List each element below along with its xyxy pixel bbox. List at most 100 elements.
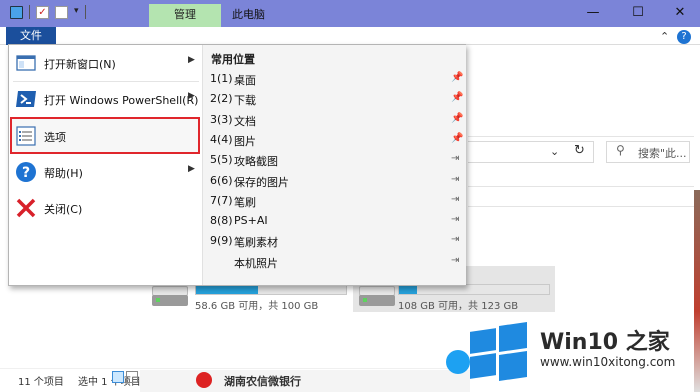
menu-item-options[interactable]: 选项 [9, 118, 202, 154]
taskbar-app-label[interactable]: 湖南农信微银行 [224, 373, 301, 389]
divider [468, 186, 694, 187]
close-window-button[interactable]: ✕ [660, 3, 700, 23]
ribbon-tab-strip [0, 27, 700, 45]
recent-place-number: 9(9) [210, 234, 233, 248]
menu-item-powershell[interactable]: 打开 Windows PowerShell(R) ▶ [9, 81, 202, 117]
recent-place-number: 7(7) [210, 193, 233, 207]
recent-place-name: PS+AI [234, 214, 268, 228]
chevron-down-icon[interactable]: ⌄ [550, 145, 559, 158]
recent-place-number: 2(2) [210, 92, 233, 106]
help-icon[interactable]: ? [677, 30, 691, 44]
properties-icon[interactable]: ✓ [36, 5, 49, 19]
watermark-url: www.win10xitong.com [540, 355, 676, 369]
menu-item-help[interactable]: ? 帮助(H) ▶ [9, 154, 202, 190]
recent-place-name: 桌面 [234, 74, 256, 87]
background-window-edge [694, 190, 700, 392]
recent-place-name: 本机照片 [234, 256, 278, 270]
new-window-icon [14, 51, 38, 75]
chevron-right-icon: ▶ [188, 55, 195, 65]
file-menu: 打开新窗口(N) ▶ 打开 Windows PowerShell(R) ▶ 选项… [8, 44, 466, 286]
file-menu-commands: 打开新窗口(N) ▶ 打开 Windows PowerShell(R) ▶ 选项… [9, 45, 202, 285]
watermark-title: Win10 之家 [540, 330, 670, 355]
toolbar-divider [29, 5, 30, 19]
recent-place-number: 3(3) [210, 112, 233, 126]
computer-icon[interactable] [10, 5, 23, 19]
tab-manage[interactable]: 管理 [149, 4, 221, 27]
recent-place-item[interactable]: 5(5) 攻略截图 ⇥ [203, 150, 467, 170]
search-icon: ⚲ [616, 143, 625, 157]
pin-icon[interactable]: ⇥ [451, 153, 459, 164]
recent-place-item[interactable]: 3(3) 文档 📌 [203, 110, 467, 130]
svg-text:?: ? [22, 165, 30, 181]
recent-place-item[interactable]: 6(6) 保存的图片 ⇥ [203, 171, 467, 191]
window-title: 此电脑 [232, 8, 265, 21]
details-view-icon[interactable] [112, 371, 124, 383]
menu-item-label: 打开新窗口(N) [44, 58, 116, 71]
divider [468, 136, 694, 137]
menu-item-new-window[interactable]: 打开新窗口(N) ▶ [9, 45, 202, 81]
menu-item-label: 关闭(C) [44, 203, 83, 216]
recent-place-name: 保存的图片 [234, 175, 289, 189]
recent-place-name: 图片 [234, 134, 256, 148]
recent-place-name: 攻略截图 [234, 155, 278, 169]
pin-icon[interactable]: ⇥ [451, 214, 459, 225]
pin-icon[interactable]: ⇥ [451, 255, 459, 266]
minimize-button[interactable]: — [573, 3, 613, 23]
chevron-right-icon: ▶ [188, 164, 195, 174]
help-icon: ? [14, 160, 38, 184]
powershell-icon [14, 87, 38, 111]
divider [468, 206, 694, 207]
recent-place-name: 下载 [234, 94, 256, 108]
pinned-icon[interactable]: 📌 [451, 72, 463, 83]
menu-item-label: 打开 Windows PowerShell(R) [44, 94, 199, 107]
recent-place-number: 6(6) [210, 173, 233, 187]
large-icons-view-icon[interactable] [126, 371, 138, 383]
drive-space-text: 58.6 GB 可用，共 100 GB [195, 301, 319, 312]
pin-icon[interactable]: ⇥ [451, 194, 459, 205]
recent-place-item[interactable]: 9(9) 笔刷素材 ⇥ [203, 231, 467, 251]
new-folder-icon[interactable] [55, 5, 68, 19]
recent-place-number: 8(8) [210, 214, 233, 228]
pinned-icon[interactable]: 📌 [451, 133, 463, 144]
maximize-button[interactable]: ☐ [618, 3, 658, 23]
collapse-ribbon-icon[interactable]: ⌃ [660, 30, 669, 43]
menu-item-label: 选项 [44, 131, 66, 144]
pinned-icon[interactable]: 📌 [451, 92, 463, 103]
menu-item-label: 帮助(H) [44, 167, 83, 180]
recent-place-item[interactable]: 4(4) 图片 📌 [203, 130, 467, 150]
drive-icon [152, 286, 188, 306]
refresh-icon[interactable]: ↻ [574, 143, 585, 158]
recent-place-name: 笔刷 [234, 195, 256, 209]
menu-item-close[interactable]: 关闭(C) [9, 190, 202, 226]
search-placeholder: 搜索"此... [638, 147, 687, 160]
recent-place-item[interactable]: 2(2) 下载 📌 [203, 89, 467, 109]
recent-place-number: 1(1) [210, 72, 233, 85]
recent-place-number: 4(4) [210, 132, 233, 146]
pinned-icon[interactable]: 📌 [451, 113, 463, 124]
pin-icon[interactable]: ⇥ [451, 234, 459, 245]
quick-access-toolbar: ✓ ▾ [10, 5, 86, 19]
chevron-right-icon: ▶ [188, 91, 195, 101]
recent-place-name: 文档 [234, 114, 256, 128]
recent-place-item[interactable]: 8(8) PS+AI ⇥ [203, 211, 467, 231]
toolbar-divider [84, 5, 86, 19]
recent-place-item[interactable]: 1(1) 桌面 📌 [203, 69, 467, 89]
options-icon [14, 124, 38, 148]
taskbar-strip [140, 370, 470, 392]
recent-place-item[interactable]: 7(7) 笔刷 ⇥ [203, 191, 467, 211]
recent-place-item[interactable]: 本机照片 ⇥ [203, 252, 467, 272]
drive-icon [359, 286, 395, 306]
view-toggle [112, 371, 138, 383]
recent-places-panel: 常用位置 1(1) 桌面 📌 2(2) 下载 📌 3(3) 文档 📌 4(4) 图片 📌 5(5) 攻略截… [202, 45, 466, 285]
recent-place-number: 5(5) [210, 153, 233, 167]
recent-place-name: 笔刷素材 [234, 236, 278, 250]
customize-toolbar-icon[interactable]: ▾ [74, 6, 79, 19]
app-icon[interactable] [196, 372, 212, 388]
drive-space-text: 108 GB 可用，共 123 GB [398, 301, 519, 312]
pin-icon[interactable]: ⇥ [451, 174, 459, 185]
windows-logo-icon [466, 320, 530, 381]
item-count: 11 个项目 [18, 377, 64, 388]
tab-file[interactable]: 文件 [6, 27, 56, 45]
recent-places-header: 常用位置 [211, 53, 255, 66]
close-icon [14, 196, 38, 220]
